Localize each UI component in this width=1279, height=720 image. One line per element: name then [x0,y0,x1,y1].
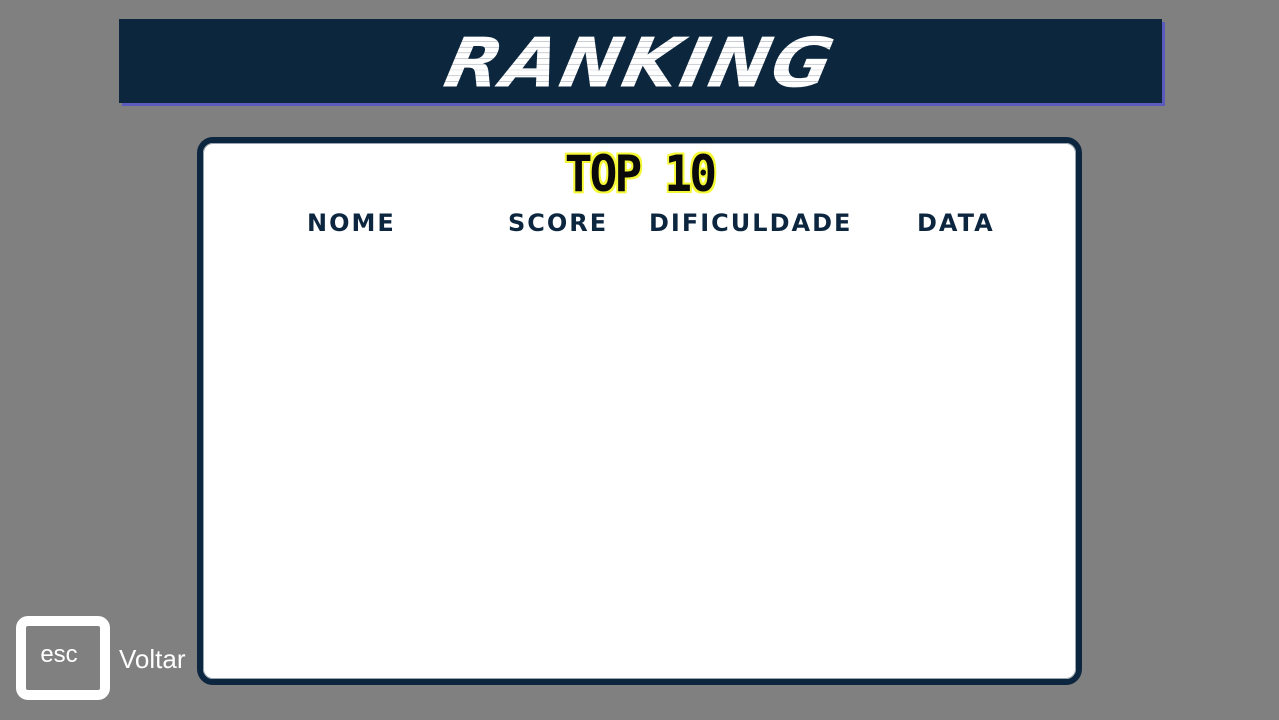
esc-key-button[interactable]: esc [16,616,110,700]
column-header-date: DATA [917,209,995,237]
page-title: RANKING [429,23,852,103]
back-button-label[interactable]: Voltar [119,646,186,672]
esc-key-label: esc [40,641,78,668]
column-header-name: NOME [307,209,396,237]
ranking-rows [263,253,1016,659]
column-header-score: SCORE [508,209,609,237]
ranking-screen: RANKING TOP 10 NOME SCORE DIFICULDADE DA… [0,0,1279,720]
top10-title: TOP 10 [564,145,717,203]
ranking-panel: TOP 10 NOME SCORE DIFICULDADE DATA [197,137,1082,685]
column-header-difficulty: DIFICULDADE [649,209,853,237]
title-banner: RANKING [119,19,1162,103]
